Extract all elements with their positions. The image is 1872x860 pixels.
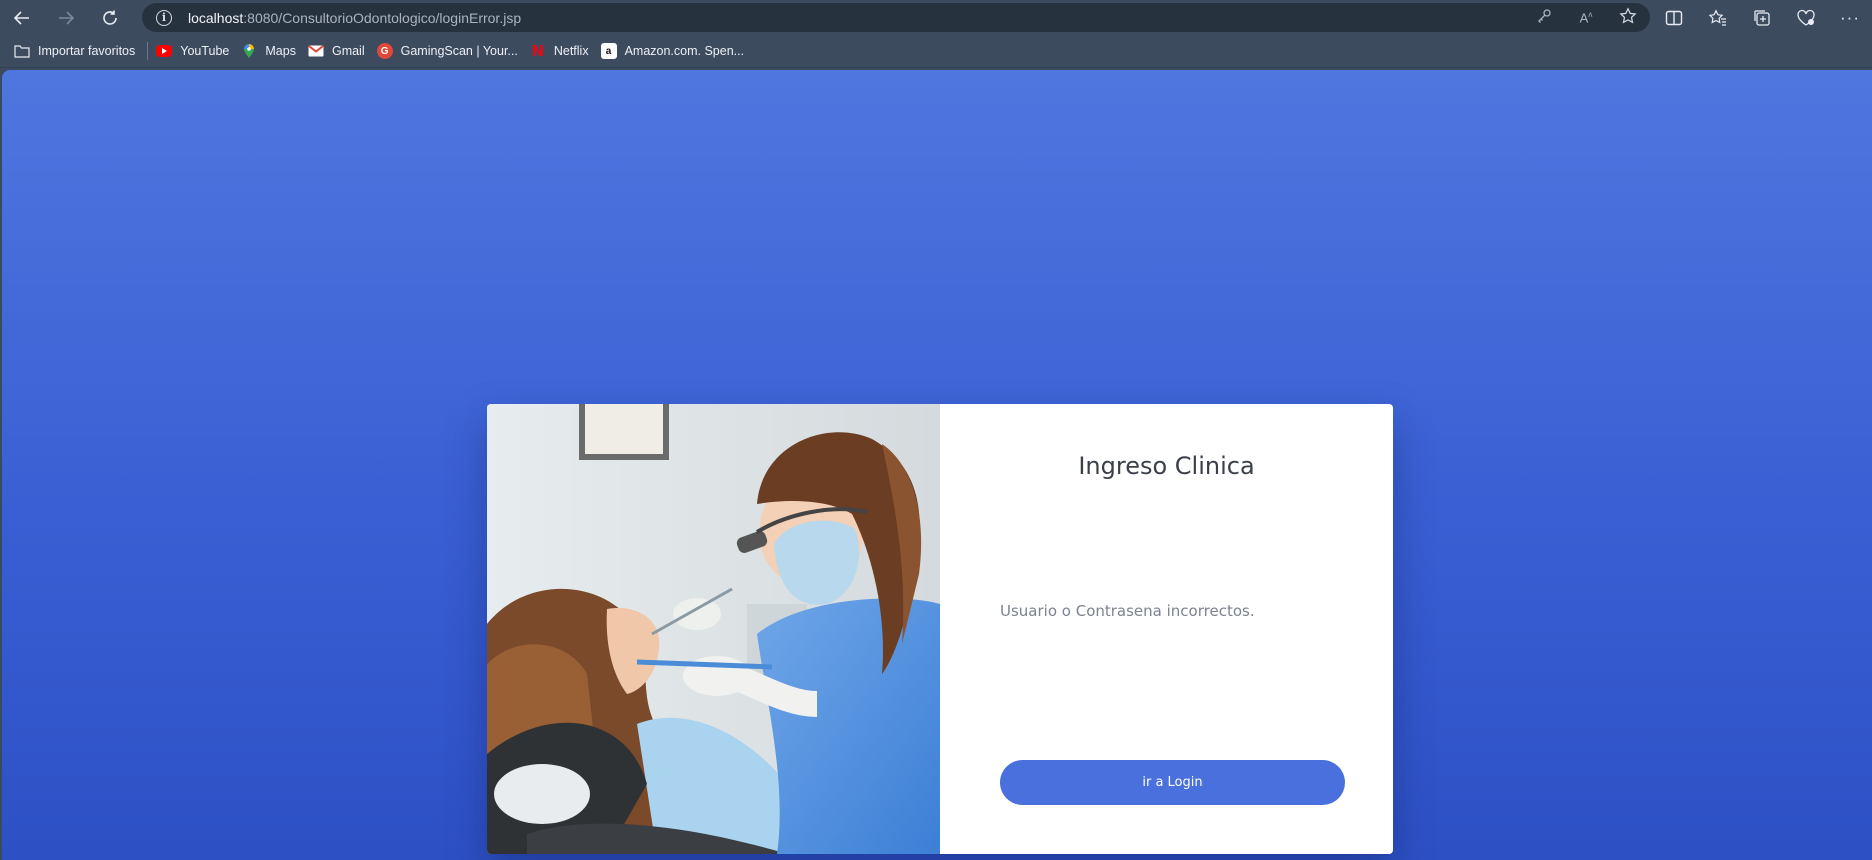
- arrow-right-icon: [59, 10, 75, 25]
- dentist-photo: [487, 404, 940, 854]
- bookmark-youtube[interactable]: YouTube: [152, 35, 237, 68]
- bookmark-label: GamingScan | Your...: [400, 44, 518, 58]
- more-dots-icon: ···: [1840, 7, 1860, 27]
- bookmark-gamingscan[interactable]: G GamingScan | Your...: [373, 35, 526, 68]
- forward-button[interactable]: [44, 0, 88, 35]
- collections-button[interactable]: [1740, 0, 1784, 35]
- favorite-star-icon[interactable]: [1618, 6, 1638, 29]
- bookmark-label: Amazon.com. Spen...: [624, 44, 745, 58]
- netflix-icon: N: [531, 42, 545, 60]
- bookmark-label: Maps: [265, 44, 296, 58]
- site-info-icon[interactable]: i: [156, 9, 172, 26]
- bookmark-label: YouTube: [180, 44, 230, 58]
- url-text: localhost:8080/ConsultorioOdontologico/l…: [188, 10, 521, 26]
- page-title: Ingreso Clinica: [1078, 452, 1255, 480]
- read-aloud-icon[interactable]: Aʌ: [1576, 10, 1596, 25]
- favorites-list-icon: [1709, 8, 1726, 26]
- error-message: Usuario o Contrasena incorrectos.: [1000, 602, 1255, 620]
- maps-icon: [241, 43, 257, 59]
- bookmarks-bar: Importar favoritos YouTube Maps Gmail G …: [0, 35, 1872, 68]
- address-bar[interactable]: i localhost:8080/ConsultorioOdontologico…: [142, 3, 1650, 32]
- login-error-card: Ingreso Clinica Usuario o Contrasena inc…: [487, 404, 1393, 854]
- browser-toolbar: i localhost:8080/ConsultorioOdontologico…: [0, 0, 1872, 35]
- collections-icon: [1754, 9, 1770, 26]
- bookmark-label: Netflix: [553, 44, 589, 58]
- youtube-icon: [156, 45, 173, 57]
- more-menu-button[interactable]: ···: [1828, 0, 1872, 35]
- url-path: :8080/ConsultorioOdontologico/loginError…: [243, 9, 522, 26]
- split-screen-icon: [1665, 10, 1683, 25]
- bookmark-separator: [147, 42, 149, 60]
- bookmark-amazon[interactable]: a Amazon.com. Spen...: [597, 35, 753, 68]
- reload-button[interactable]: [88, 0, 132, 35]
- back-button[interactable]: [0, 0, 44, 35]
- bookmark-netflix[interactable]: N Netflix: [526, 35, 597, 68]
- bookmark-gmail[interactable]: Gmail: [304, 35, 373, 68]
- login-error-panel: Ingreso Clinica Usuario o Contrasena inc…: [940, 404, 1393, 854]
- amazon-icon: a: [600, 43, 617, 59]
- page-viewport: Ingreso Clinica Usuario o Contrasena inc…: [2, 70, 1872, 860]
- heart-pulse-icon: [1797, 9, 1815, 26]
- favorites-button[interactable]: [1696, 0, 1740, 35]
- reload-icon: [103, 10, 117, 25]
- bookmark-importar-favoritos[interactable]: Importar favoritos: [10, 35, 143, 68]
- dentist-illustration: [487, 404, 940, 854]
- arrow-left-icon: [13, 10, 29, 25]
- bookmark-label: Importar favoritos: [38, 44, 136, 58]
- bookmark-maps[interactable]: Maps: [237, 35, 304, 68]
- gamingscan-icon: G: [376, 43, 393, 59]
- go-to-login-button[interactable]: ir a Login: [1000, 760, 1345, 805]
- bookmark-label: Gmail: [331, 44, 365, 58]
- browser-essentials-button[interactable]: [1784, 0, 1828, 35]
- folder-import-icon: [14, 43, 30, 59]
- split-screen-button[interactable]: [1652, 0, 1696, 35]
- gmail-icon: [308, 43, 324, 59]
- url-host: localhost: [188, 9, 244, 26]
- password-key-icon[interactable]: [1534, 8, 1554, 28]
